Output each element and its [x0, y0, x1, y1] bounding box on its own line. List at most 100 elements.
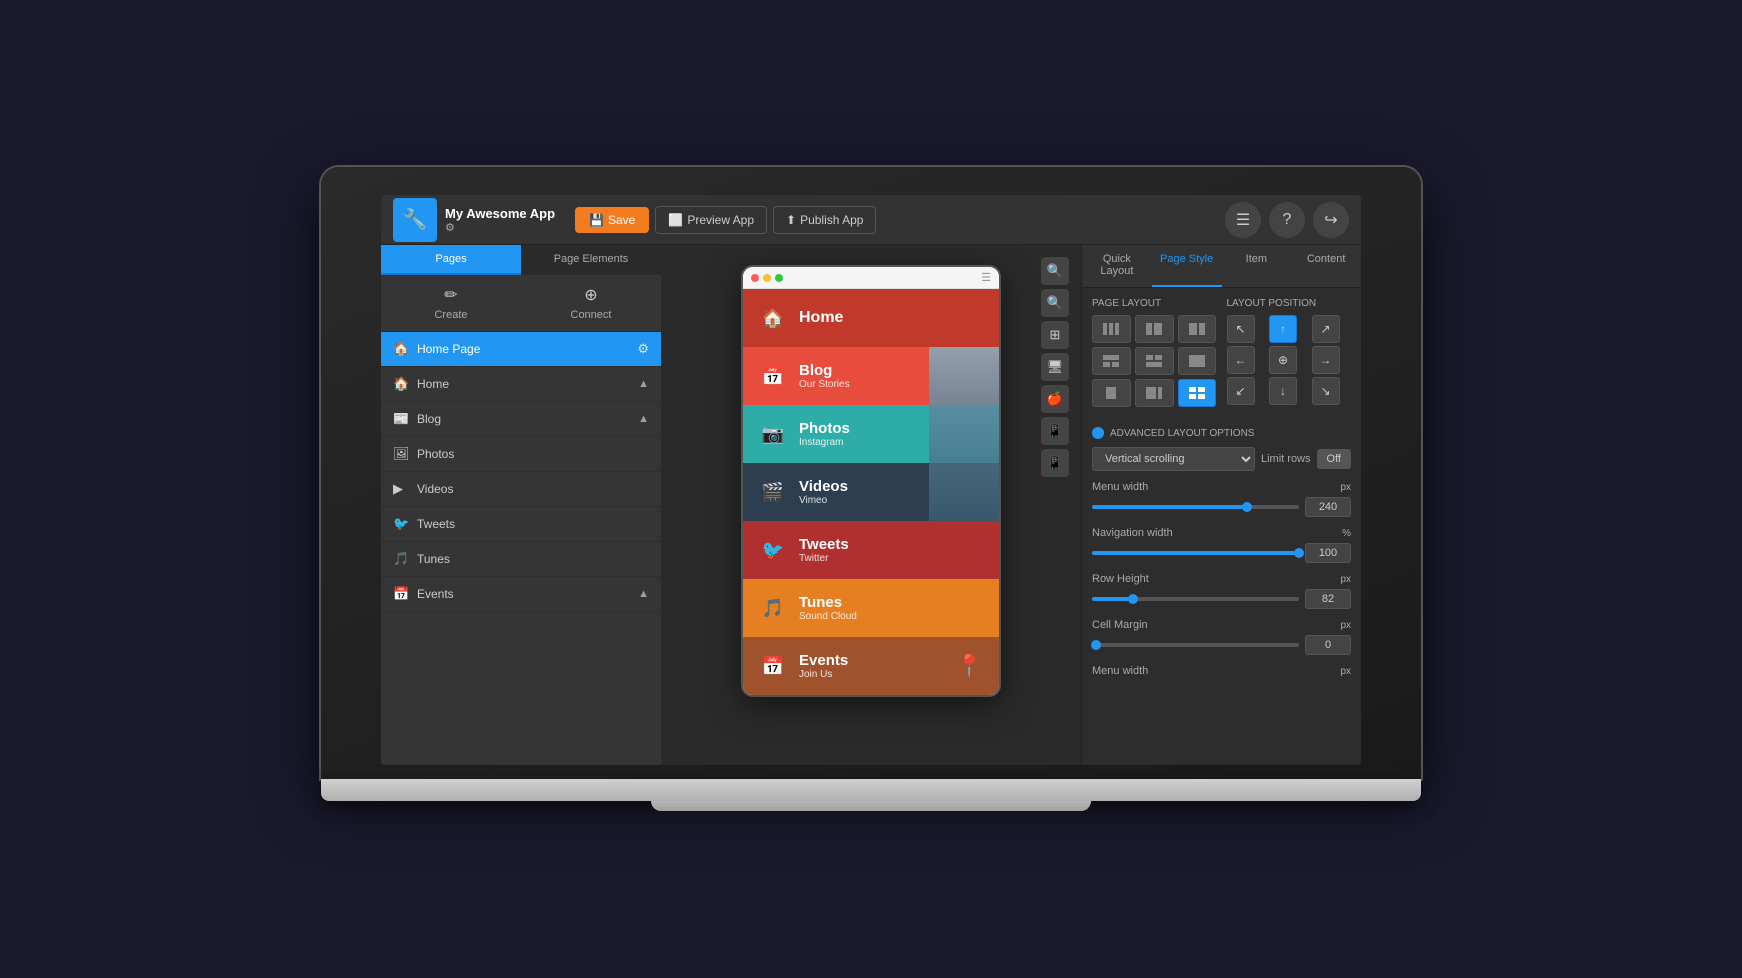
page-layout-title: Page Layout	[1092, 298, 1217, 309]
phone-videos-item[interactable]: 🎬 Videos Vimeo	[743, 463, 999, 521]
menu-width-thumb[interactable]	[1242, 502, 1252, 512]
phone-blog-item[interactable]: 📅 Blog Our Stories	[743, 347, 999, 405]
publish-button[interactable]: ⬆ Publish App	[773, 206, 876, 234]
menu-width2-slider-row: Menu width px	[1092, 665, 1351, 677]
save-button[interactable]: 💾 Save	[575, 207, 649, 233]
fit-tool[interactable]: ⊞	[1041, 321, 1069, 349]
pos-bot-left[interactable]: ↙	[1227, 377, 1255, 405]
phone-home-icon: 🏠	[757, 302, 789, 334]
videos-icon: ▶	[393, 481, 409, 497]
layout-btn-8[interactable]	[1135, 379, 1174, 407]
tab-item[interactable]: Item	[1222, 245, 1292, 287]
page-item-videos[interactable]: ▶ Videos	[381, 472, 661, 507]
row-height-thumb[interactable]	[1128, 594, 1138, 604]
sidebar-actions: ✏ Create ⊕ Connect	[381, 275, 661, 332]
tab-quick-layout[interactable]: Quick Layout	[1082, 245, 1152, 287]
row-height-track[interactable]	[1092, 597, 1299, 601]
canvas-area: 🔍 🔍 ⊞ 🖥 🍎 📱 📱	[661, 245, 1081, 765]
phone-photos-icon: 📷	[757, 418, 789, 450]
tab-page-style[interactable]: Page Style	[1152, 245, 1222, 287]
android-tool[interactable]: 📱	[1041, 417, 1069, 445]
limit-rows-toggle[interactable]: Off	[1317, 449, 1351, 469]
page-item-blog[interactable]: 📰 Blog ▲	[381, 402, 661, 437]
pos-mid-right[interactable]: →	[1312, 346, 1340, 374]
publish-icon: ⬆	[786, 213, 796, 227]
page-item-home[interactable]: 🏠 Home ▲	[381, 367, 661, 402]
top-bar-actions: 💾 Save ⬜ Preview App ⬆ Publish App	[575, 206, 876, 234]
dot-red	[751, 274, 759, 282]
pos-top-center[interactable]: ↑	[1269, 315, 1297, 343]
scrolling-select[interactable]: Vertical scrolling Horizontal scrolling	[1092, 447, 1255, 471]
laptop-screen: 🔧 My Awesome App ⚙ 💾 Save ⬜ Previe	[381, 195, 1361, 765]
layout-btn-9[interactable]	[1178, 379, 1217, 407]
menu-width-track[interactable]	[1092, 505, 1299, 509]
phone-tweets-icon: 🐦	[757, 534, 789, 566]
events-icon: 📅	[393, 586, 409, 602]
page-item-photos[interactable]: 🖼 Photos	[381, 437, 661, 472]
nav-width-thumb[interactable]	[1294, 548, 1304, 558]
page-item-events[interactable]: 📅 Events ▲	[381, 577, 661, 612]
layout-btn-5[interactable]	[1135, 347, 1174, 375]
page-item-tweets[interactable]: 🐦 Tweets	[381, 507, 661, 542]
layout-section: Page Layout	[1092, 298, 1351, 417]
menu-icon-button[interactable]: ☰	[1225, 202, 1261, 238]
pos-bot-center[interactable]: ↓	[1269, 377, 1297, 405]
app-title: My Awesome App	[445, 206, 555, 221]
app-logo: 🔧	[393, 198, 437, 242]
menu-width-input[interactable]	[1305, 497, 1351, 517]
nav-width-label: Navigation width %	[1092, 527, 1351, 539]
row-height-input[interactable]	[1305, 589, 1351, 609]
layout-btn-3[interactable]	[1178, 315, 1217, 343]
pos-center[interactable]: ⊕	[1269, 346, 1297, 374]
phone-tunes-item[interactable]: 🎵 Tunes Sound Cloud	[743, 579, 999, 637]
blog-icon: 📰	[393, 411, 409, 427]
nav-width-input[interactable]	[1305, 543, 1351, 563]
top-bar: 🔧 My Awesome App ⚙ 💾 Save ⬜ Previe	[381, 195, 1361, 245]
cell-margin-input[interactable]	[1305, 635, 1351, 655]
cell-margin-thumb[interactable]	[1091, 640, 1101, 650]
layout-grid	[1092, 315, 1217, 407]
tab-page-elements[interactable]: Page Elements	[521, 245, 661, 275]
homepage-gear[interactable]: ⚙	[637, 341, 649, 357]
desktop-tool[interactable]: 🖥	[1041, 353, 1069, 381]
pos-mid-left[interactable]: ←	[1227, 346, 1255, 374]
zoom-in-tool[interactable]: 🔍	[1041, 257, 1069, 285]
preview-button[interactable]: ⬜ Preview App	[655, 206, 767, 234]
layout-btn-2[interactable]	[1135, 315, 1174, 343]
apple-tool[interactable]: 🍎	[1041, 385, 1069, 413]
layout-btn-6[interactable]	[1178, 347, 1217, 375]
limit-rows-label: Limit rows	[1261, 453, 1311, 465]
create-action[interactable]: ✏ Create	[381, 275, 521, 331]
tab-pages[interactable]: Pages	[381, 245, 521, 275]
phone-photos-item[interactable]: 📷 Photos Instagram	[743, 405, 999, 463]
phone-events-item[interactable]: 📅 Events Join Us 📍	[743, 637, 999, 695]
page-item-tunes[interactable]: 🎵 Tunes	[381, 542, 661, 577]
cell-margin-slider-row: Cell Margin px	[1092, 619, 1351, 655]
layout-btn-1[interactable]	[1092, 315, 1131, 343]
advanced-options-header: ADVANCED LAYOUT OPTIONS	[1092, 427, 1351, 439]
layout-btn-7[interactable]	[1092, 379, 1131, 407]
blog-chevron: ▲	[638, 413, 649, 425]
connect-action[interactable]: ⊕ Connect	[521, 275, 661, 331]
phone-tool[interactable]: 📱	[1041, 449, 1069, 477]
menu-width-fill	[1092, 505, 1247, 509]
tunes-icon: 🎵	[393, 551, 409, 567]
phone-tweets-item[interactable]: 🐦 Tweets Twitter	[743, 521, 999, 579]
help-icon-button[interactable]: ?	[1269, 202, 1305, 238]
cell-margin-track[interactable]	[1092, 643, 1299, 647]
events-chevron: ▲	[638, 588, 649, 600]
layout-btn-4[interactable]	[1092, 347, 1131, 375]
blog-bg-photo	[929, 347, 999, 405]
pos-bot-right[interactable]: ↘	[1312, 377, 1340, 405]
pos-top-right[interactable]: ↗	[1312, 315, 1340, 343]
zoom-out-tool[interactable]: 🔍	[1041, 289, 1069, 317]
export-icon-button[interactable]: ↪	[1313, 202, 1349, 238]
pos-top-left[interactable]: ↖	[1227, 315, 1255, 343]
page-item-homepage[interactable]: 🏠 Home Page ⚙	[381, 332, 661, 367]
nav-width-track[interactable]	[1092, 551, 1299, 555]
phone-header: ☰	[743, 267, 999, 289]
settings-icon[interactable]: ⚙	[445, 221, 555, 234]
tab-content[interactable]: Content	[1291, 245, 1361, 287]
top-bar-right: ☰ ? ↪	[1225, 202, 1349, 238]
phone-home-item[interactable]: 🏠 Home	[743, 289, 999, 347]
